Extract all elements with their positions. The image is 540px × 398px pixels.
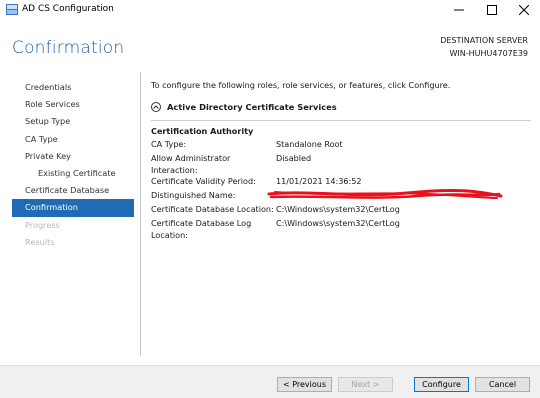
summary-value: 11/01/2021 14:36:52 xyxy=(276,176,362,186)
previous-button[interactable]: < Previous xyxy=(277,377,332,392)
minimize-button[interactable] xyxy=(443,0,475,20)
summary-value: C:\Windows\system32\CertLog xyxy=(276,218,400,228)
sidebar-item-credentials[interactable]: Credentials xyxy=(12,79,134,96)
server-manager-icon xyxy=(6,4,18,15)
sidebar-item-progress: Progress xyxy=(25,219,60,230)
redaction-scribble xyxy=(267,188,503,200)
destination-server-name: WIN-HUHU4707E39 xyxy=(449,49,528,58)
minimize-icon xyxy=(454,9,464,11)
confirmation-content: To configure the following roles, role s… xyxy=(151,80,531,241)
summary-value: Standalone Root xyxy=(276,139,343,149)
summary-key: Certificate Database Log Location: xyxy=(151,218,252,240)
close-button[interactable] xyxy=(508,0,540,20)
summary-row-distinguished-name: Distinguished Name: xyxy=(151,188,531,204)
sidebar-item-role-services[interactable]: Role Services xyxy=(12,96,134,113)
cancel-button[interactable]: Cancel xyxy=(475,377,530,392)
sidebar-item-ca-type[interactable]: CA Type xyxy=(12,131,134,148)
section-title: Active Directory Certificate Services xyxy=(167,102,337,112)
configure-button[interactable]: Configure xyxy=(414,377,469,392)
close-icon xyxy=(519,5,529,15)
sidebar-item-results: Results xyxy=(25,236,55,247)
page-title: Confirmation xyxy=(12,38,125,58)
summary-row-ca-type: CA Type: Standalone Root xyxy=(151,139,531,153)
summary-key: Certificate Database Location: xyxy=(151,204,274,214)
intro-text: To configure the following roles, role s… xyxy=(151,80,451,90)
sidebar-item-private-key[interactable]: Private Key xyxy=(12,148,134,165)
summary-key: Allow Administrator Interaction: xyxy=(151,153,231,175)
summary-row-admin-interaction: Allow Administrator Interaction: Disabled xyxy=(151,153,531,176)
section-divider xyxy=(151,120,531,121)
section-header[interactable]: Active Directory Certificate Services xyxy=(151,100,531,114)
wizard-steps-nav: Credentials Role Services Setup Type CA … xyxy=(12,79,134,251)
collapse-chevron-up-icon[interactable] xyxy=(151,102,161,112)
summary-key: CA Type: xyxy=(151,139,187,149)
destination-server-block: DESTINATION SERVER WIN-HUHU4707E39 xyxy=(440,34,528,60)
sidebar-item-existing-certificate[interactable]: Existing Certificate xyxy=(12,165,134,182)
title-bar: AD CS Configuration xyxy=(0,0,540,20)
group-title: Certification Authority xyxy=(151,126,254,136)
maximize-icon xyxy=(487,5,497,15)
maximize-button[interactable] xyxy=(476,0,508,20)
sidebar-item-confirmation[interactable]: Confirmation xyxy=(12,199,134,217)
summary-key: Distinguished Name: xyxy=(151,190,236,200)
sidebar-item-certificate-database[interactable]: Certificate Database xyxy=(12,182,134,199)
summary-key: Certificate Validity Period: xyxy=(151,176,256,186)
summary-row-db-location: Certificate Database Location: C:\Windows… xyxy=(151,204,531,218)
summary-row-db-log-location: Certificate Database Log Location: C:\Win… xyxy=(151,218,531,241)
sidebar-divider xyxy=(140,72,141,356)
summary-value: C:\Windows\system32\CertLog xyxy=(276,204,400,214)
next-button: Next > xyxy=(338,377,393,392)
sidebar-item-setup-type[interactable]: Setup Type xyxy=(12,113,134,130)
summary-value: Disabled xyxy=(276,153,312,163)
window-title: AD CS Configuration xyxy=(22,4,114,14)
destination-server-label: DESTINATION SERVER xyxy=(440,36,528,45)
